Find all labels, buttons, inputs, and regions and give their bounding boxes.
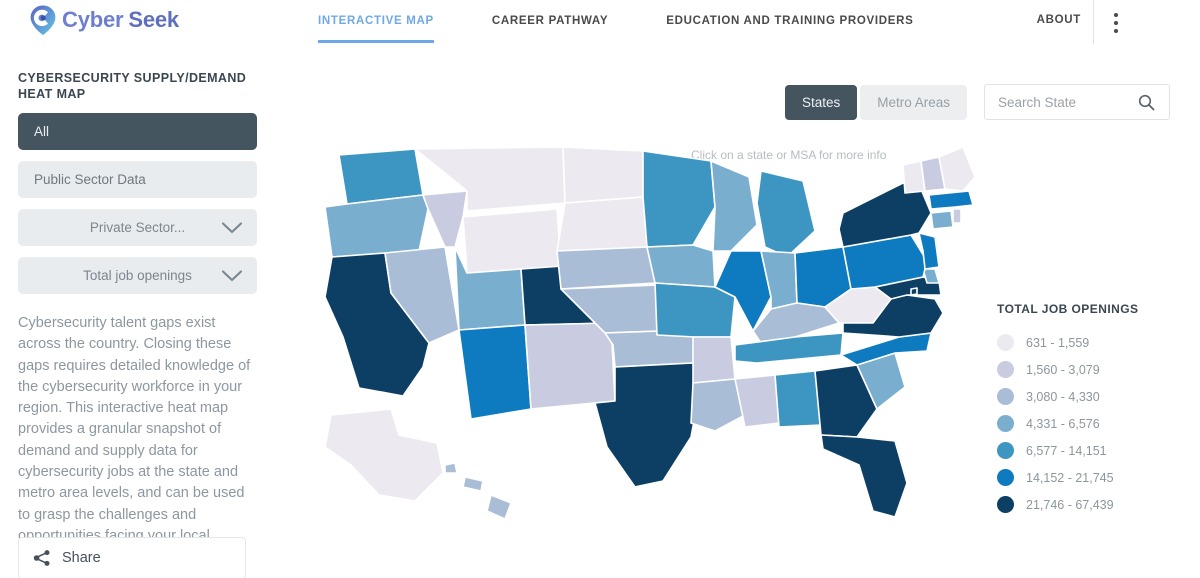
state-NY <box>838 182 932 248</box>
legend-label: 4,331 - 6,576 <box>1026 416 1100 431</box>
map-panel: States Metro Areas Click on a state or M… <box>275 47 1200 578</box>
nav-about[interactable]: ABOUT <box>1037 14 1081 26</box>
search-input[interactable] <box>998 94 1138 110</box>
kebab-menu-icon[interactable] <box>1106 13 1126 35</box>
state-ID <box>422 190 468 248</box>
legend-label: 21,746 - 67,439 <box>1026 497 1114 512</box>
brand-name-part2: Seek <box>128 7 179 32</box>
header-divider <box>1093 0 1094 44</box>
legend-item[interactable]: 6,577 - 14,151 <box>997 437 1197 464</box>
state-OR <box>324 194 429 258</box>
legend-label: 3,080 - 4,330 <box>1026 389 1100 404</box>
state-IA <box>646 244 716 288</box>
sidebar: CYBERSECURITY SUPPLY/DEMAND HEAT MAP All… <box>0 47 275 578</box>
map-toolbar: States Metro Areas <box>784 84 1170 120</box>
legend-swatch <box>997 415 1014 432</box>
top-header: Cyber Seek INTERACTIVE MAP CAREER PATHWAY… <box>0 0 1200 47</box>
page-root: Cyber Seek INTERACTIVE MAP CAREER PATHWAY… <box>0 0 1200 578</box>
state-AZ <box>458 324 532 420</box>
filter-option-public-sector-label: Public Sector Data <box>34 172 146 187</box>
sidebar-title: CYBERSECURITY SUPPLY/DEMAND HEAT MAP <box>18 71 247 101</box>
state-ME <box>938 147 975 192</box>
legend-swatch <box>997 442 1014 459</box>
dropdown-private-sector-label: Private Sector... <box>89 220 186 235</box>
state-SD <box>556 196 648 252</box>
state-AR <box>692 336 736 384</box>
filter-option-public-sector[interactable]: Public Sector Data <box>18 161 257 198</box>
tab-education-providers[interactable]: EDUCATION AND TRAINING PROVIDERS <box>666 0 913 43</box>
state-CT <box>930 210 954 230</box>
filter-option-all[interactable]: All <box>18 113 257 150</box>
legend-swatch <box>997 388 1014 405</box>
sidebar-description: Cybersecurity talent gaps exist across t… <box>18 315 251 565</box>
legend-item[interactable]: 21,746 - 67,439 <box>997 491 1197 518</box>
state-TN <box>734 332 844 364</box>
state-WI <box>710 160 758 252</box>
brand-name-part1: Cyber <box>62 7 124 32</box>
dropdown-metric-label: Total job openings <box>83 268 192 283</box>
toggle-metro-areas[interactable]: Metro Areas <box>860 84 967 120</box>
legend-label: 6,577 - 14,151 <box>1026 443 1107 458</box>
legend-label: 14,152 - 21,745 <box>1026 470 1114 485</box>
state-AL <box>774 370 822 428</box>
tab-career-pathway[interactable]: CAREER PATHWAY <box>492 0 608 43</box>
legend-swatch <box>997 496 1014 513</box>
state-NM <box>524 322 616 410</box>
filter-option-all-label: All <box>34 124 50 139</box>
legend-item[interactable]: 1,560 - 3,079 <box>997 356 1197 383</box>
state-NE <box>556 246 656 290</box>
state-MA <box>928 190 974 210</box>
state-WY <box>462 208 562 274</box>
dropdown-private-sector[interactable]: Private Sector... <box>18 209 257 246</box>
share-icon <box>33 550 50 566</box>
legend-title: TOTAL JOB OPENINGS <box>997 302 1139 316</box>
search-box[interactable] <box>984 84 1170 120</box>
state-ND <box>562 147 644 204</box>
chevron-down-icon <box>221 269 243 281</box>
state-HI <box>444 462 512 520</box>
legend-swatch <box>997 334 1014 351</box>
legend-swatch <box>997 361 1014 378</box>
toggle-states[interactable]: States <box>784 84 858 120</box>
legend-label: 631 - 1,559 <box>1026 335 1090 350</box>
state-AK <box>324 408 444 502</box>
state-MI <box>756 170 816 258</box>
legend-item[interactable]: 14,152 - 21,745 <box>997 464 1197 491</box>
legend-item[interactable]: 631 - 1,559 <box>997 329 1197 356</box>
legend-item[interactable]: 4,331 - 6,576 <box>997 410 1197 437</box>
tab-interactive-map[interactable]: INTERACTIVE MAP <box>318 0 434 43</box>
chevron-down-icon <box>221 221 243 233</box>
state-MS <box>734 374 780 428</box>
share-button[interactable]: Share <box>18 537 246 578</box>
map-legend: TOTAL JOB OPENINGS 631 - 1,559 1,560 - 3… <box>997 302 1197 518</box>
brand-logo[interactable]: Cyber Seek <box>28 4 179 36</box>
state-MN <box>642 150 716 248</box>
share-button-label: Share <box>62 550 101 566</box>
legend-label: 1,560 - 3,079 <box>1026 362 1100 377</box>
us-heat-map[interactable] <box>295 147 975 578</box>
state-FL <box>820 434 908 518</box>
search-icon[interactable] <box>1138 94 1155 111</box>
main-nav: INTERACTIVE MAP CAREER PATHWAY EDUCATION… <box>318 0 972 47</box>
map-pin-icon <box>30 5 56 35</box>
legend-swatch <box>997 469 1014 486</box>
legend-item[interactable]: 3,080 - 4,330 <box>997 383 1197 410</box>
state-DC <box>910 287 918 296</box>
dropdown-metric[interactable]: Total job openings <box>18 257 257 294</box>
state-RI <box>952 208 962 224</box>
